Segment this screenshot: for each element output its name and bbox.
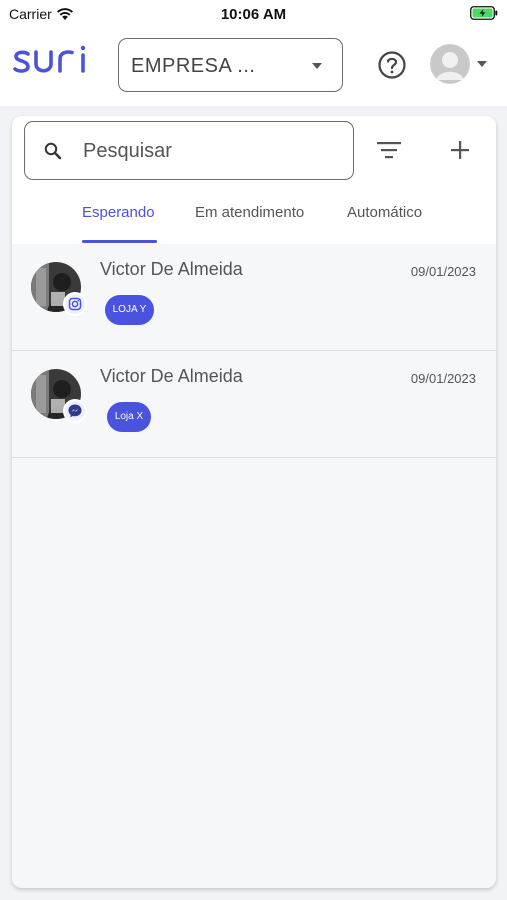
contact-name: Victor De Almeida bbox=[100, 366, 243, 386]
tab-em-atendimento[interactable]: Em atendimento bbox=[195, 204, 304, 221]
messenger-icon bbox=[68, 404, 82, 418]
store-tag: Loja X bbox=[107, 402, 151, 432]
company-select-value: EMPRESA ... bbox=[131, 55, 256, 77]
help-icon[interactable] bbox=[377, 50, 407, 80]
filter-icon[interactable] bbox=[376, 138, 402, 162]
contact-name: Victor De Almeida bbox=[100, 259, 243, 279]
conversation-date: 09/01/2023 bbox=[410, 371, 476, 386]
tab-automatico[interactable]: Automático bbox=[347, 204, 422, 221]
user-avatar-icon[interactable] bbox=[430, 44, 470, 84]
search-box[interactable] bbox=[24, 121, 354, 180]
company-select[interactable]: EMPRESA ... bbox=[118, 38, 343, 92]
active-tab-indicator bbox=[82, 240, 157, 243]
conversation-date: 09/01/2023 bbox=[410, 264, 476, 279]
conversation-list: Victor De Almeida 09/01/2023 LOJA Y Vict… bbox=[12, 244, 496, 888]
conversation-item[interactable]: Victor De Almeida 09/01/2023 LOJA Y bbox=[12, 244, 496, 351]
battery-icon bbox=[470, 6, 498, 20]
instagram-icon bbox=[68, 297, 82, 311]
search-input[interactable] bbox=[83, 139, 333, 163]
clock: 10:06 AM bbox=[220, 6, 287, 23]
add-icon[interactable] bbox=[448, 138, 472, 162]
store-tag: LOJA Y bbox=[105, 295, 154, 325]
chevron-down-icon bbox=[312, 63, 322, 69]
app-header: EMPRESA ... bbox=[0, 28, 507, 106]
suri-logo bbox=[13, 45, 86, 73]
tab-esperando[interactable]: Esperando bbox=[82, 204, 155, 221]
status-tabs: Esperando Em atendimento Automático bbox=[12, 202, 496, 244]
channel-badge bbox=[63, 399, 87, 423]
channel-badge bbox=[63, 292, 87, 316]
status-bar: Carrier 10:06 AM bbox=[0, 0, 507, 28]
conversations-card: Esperando Em atendimento Automático bbox=[12, 116, 496, 888]
user-menu-chevron-icon[interactable] bbox=[477, 61, 487, 67]
search-icon bbox=[44, 142, 62, 160]
conversation-item[interactable]: Victor De Almeida 09/01/2023 Loja X bbox=[12, 351, 496, 458]
